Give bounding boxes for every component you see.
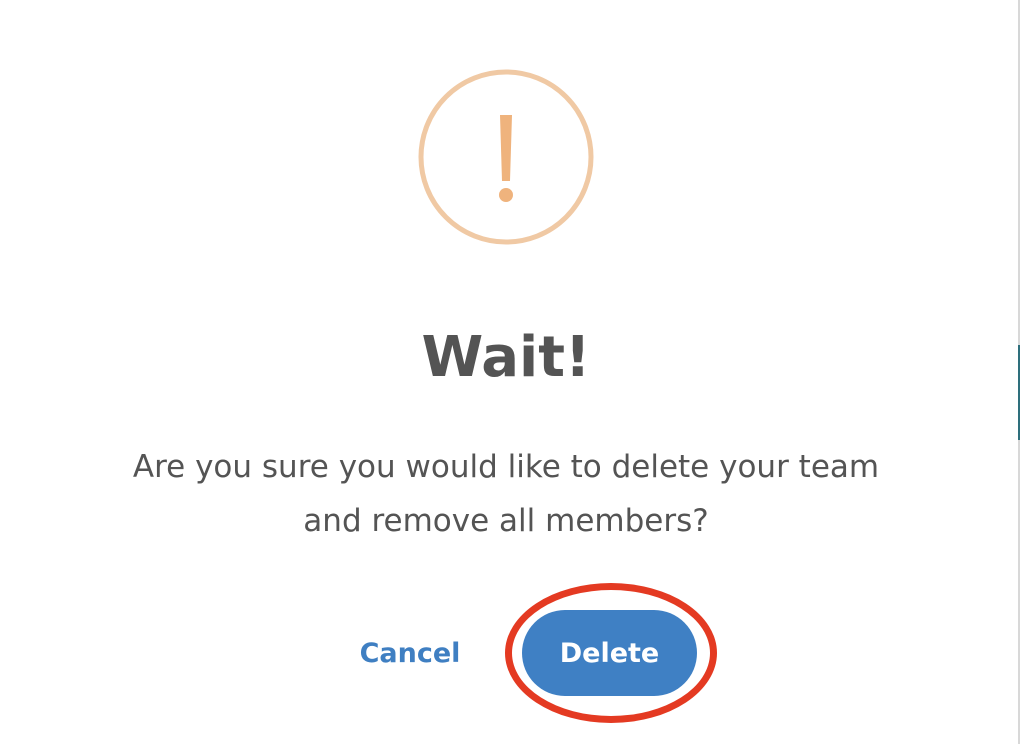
cancel-button[interactable]: Cancel <box>340 620 480 686</box>
page: Wait! Are you sure you would like to del… <box>0 0 1020 744</box>
dialog-message-line-2: and remove all members? <box>303 503 709 539</box>
dialog-message-line-1: Are you sure you would like to delete yo… <box>132 449 880 485</box>
dialog-message: Are you sure you would like to delete yo… <box>60 440 952 548</box>
dialog-title: Wait! <box>421 325 591 390</box>
delete-button[interactable]: Delete <box>522 610 697 696</box>
confirm-dialog: Wait! Are you sure you would like to del… <box>0 0 1014 744</box>
exclamation-icon <box>418 69 594 245</box>
